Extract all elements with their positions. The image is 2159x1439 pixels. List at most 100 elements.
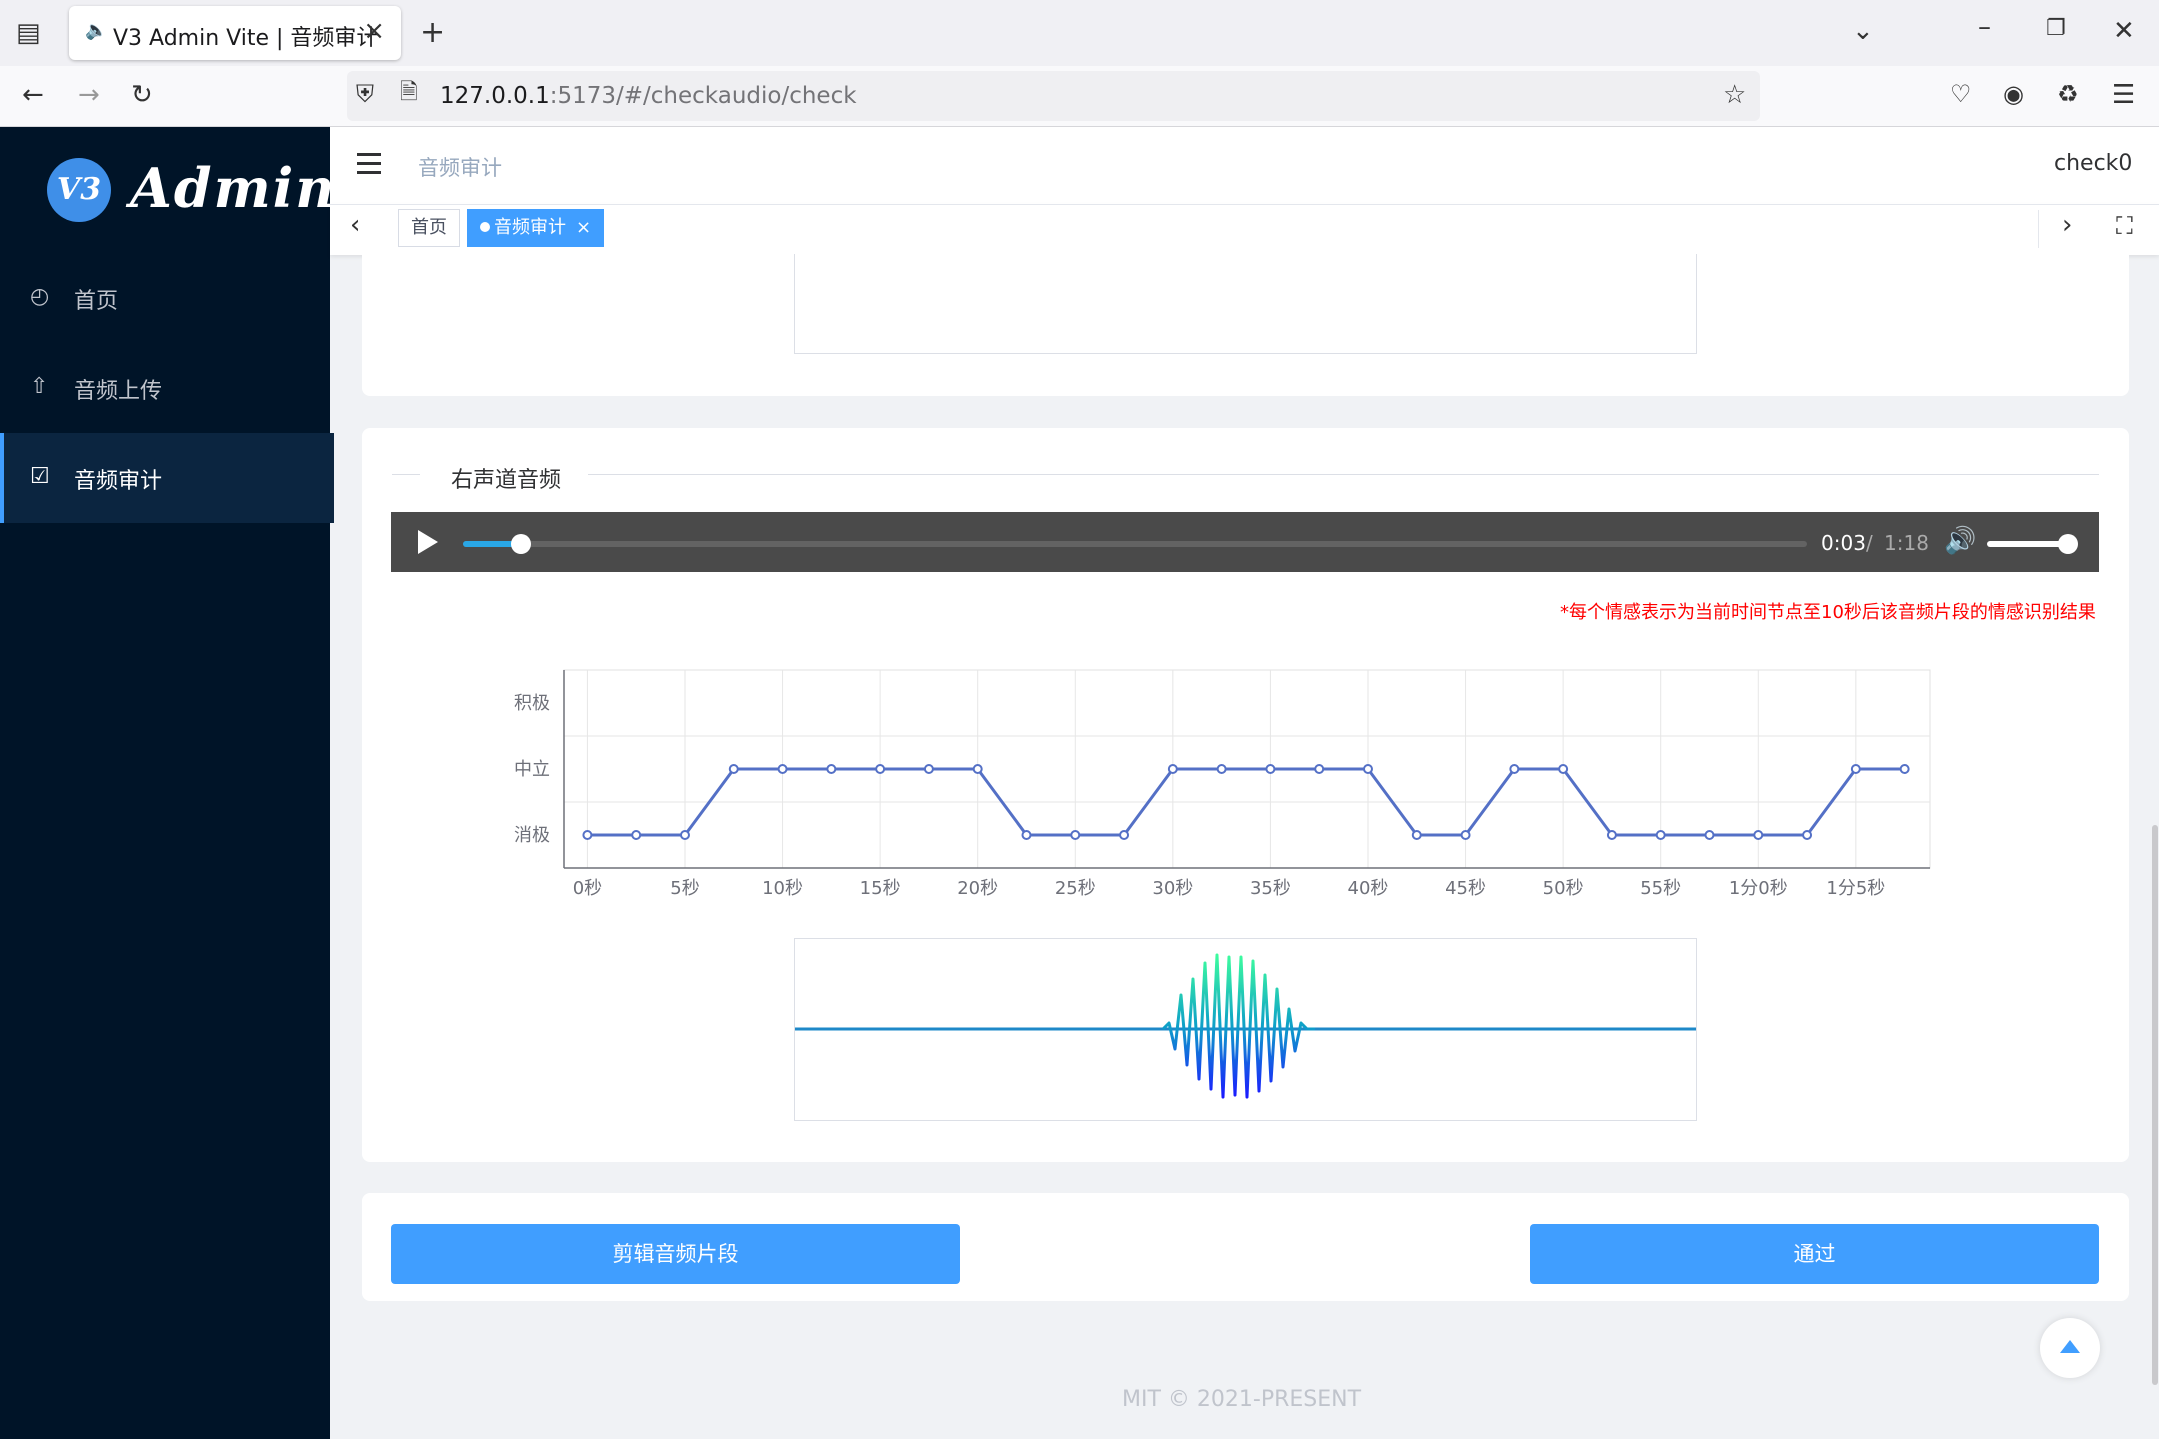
volume-icon[interactable]: 🔊 xyxy=(1944,526,1976,556)
tag-audio-audit[interactable]: 音频审计 × xyxy=(467,209,605,247)
minimize-icon[interactable]: – xyxy=(1978,14,1991,40)
volume-handle[interactable] xyxy=(2058,534,2078,554)
tab-list-icon[interactable]: ▤ xyxy=(16,20,41,46)
chart-data-point xyxy=(1802,830,1813,840)
active-dot-icon xyxy=(480,222,490,232)
chart-data-point xyxy=(1411,830,1422,840)
time-separator: / xyxy=(1866,531,1873,555)
chart-data-point xyxy=(826,764,837,774)
sidebar-item-upload[interactable]: ⇧ 音频上传 xyxy=(0,343,330,433)
menu-icon[interactable]: ☰ xyxy=(2112,82,2135,108)
page-icon: 🗎 xyxy=(400,80,418,105)
forward-icon[interactable]: → xyxy=(78,82,100,108)
cut-audio-button[interactable]: 剪辑音频片段 xyxy=(391,1224,960,1284)
footer: MIT © 2021-PRESENT xyxy=(1122,1387,1362,1412)
bookmark-star-icon[interactable]: ☆ xyxy=(1723,82,1746,108)
chart-x-tick-label: 25秒 xyxy=(1055,878,1096,899)
speaker-icon: 🔈 xyxy=(85,20,108,41)
chart-x-tick-label: 1分5秒 xyxy=(1826,878,1885,899)
waveform-signal xyxy=(1161,953,1315,1099)
chart-data-point xyxy=(777,764,788,774)
chart-y-tick-label: 消极 xyxy=(514,825,550,846)
chart-x-tick-label: 35秒 xyxy=(1250,878,1291,899)
chart-x-tick-label: 1分0秒 xyxy=(1729,878,1788,899)
close-window-icon[interactable]: ✕ xyxy=(2113,18,2135,44)
sidebar-item-home[interactable]: ◴ 首页 xyxy=(0,253,330,343)
duration: 1:18 xyxy=(1884,531,1929,555)
pass-button[interactable]: 通过 xyxy=(1530,1224,2099,1284)
chart-x-tick-label: 30秒 xyxy=(1152,878,1193,899)
chart-x-tick-label: 10秒 xyxy=(762,878,803,899)
volume-slider[interactable] xyxy=(1987,541,2067,547)
chart-data-point xyxy=(1314,764,1325,774)
play-icon[interactable] xyxy=(418,530,438,554)
back-icon[interactable]: ← xyxy=(22,82,44,108)
progress-track[interactable] xyxy=(463,541,1807,547)
chart-x-tick-label: 5秒 xyxy=(670,878,699,899)
tag-label: 音频审计 xyxy=(494,217,566,238)
sidebar-item-label: 首页 xyxy=(74,289,119,314)
chevron-down-icon[interactable]: ⌄ xyxy=(1852,18,1874,44)
divider xyxy=(2038,210,2039,248)
chart-x-tick-label: 15秒 xyxy=(860,878,901,899)
chart-data-point xyxy=(631,830,642,840)
user-menu[interactable]: check0 xyxy=(2054,151,2132,176)
chart-y-tick-label: 中立 xyxy=(514,759,550,780)
shield-icon[interactable]: ⛨ xyxy=(356,82,374,106)
logo-text: Admin xyxy=(130,156,337,220)
progress-handle[interactable] xyxy=(511,534,531,554)
hamburger-icon[interactable] xyxy=(357,153,381,175)
browser-tab[interactable]: 🔈 V3 Admin Vite | 音频审计 × xyxy=(69,6,401,60)
chart-data-point xyxy=(1265,764,1276,774)
scroll-left-icon[interactable]: ‹ xyxy=(350,212,360,238)
account-icon[interactable]: ◉ xyxy=(2003,82,2024,106)
chart-data-point xyxy=(1509,764,1520,774)
chart-x-tick-label: 45秒 xyxy=(1445,878,1486,899)
url-text[interactable]: 127.0.0.1:5173/#/checkaudio/check xyxy=(440,83,857,109)
chart-data-point xyxy=(972,764,983,774)
chart-data-point xyxy=(1021,830,1032,840)
caret-up-icon xyxy=(2060,1340,2080,1353)
restore-icon[interactable]: ❐ xyxy=(2046,18,2066,40)
close-tag-icon[interactable]: × xyxy=(576,217,591,238)
browser-tab-title: V3 Admin Vite | 音频审计 xyxy=(113,26,379,51)
waveform-box-previous xyxy=(794,254,1697,354)
chart-data-point xyxy=(679,830,690,840)
sidebar-item-label: 音频上传 xyxy=(74,379,163,404)
chart-x-tick-label: 0秒 xyxy=(573,878,602,899)
fullscreen-icon[interactable]: ⛶ xyxy=(2116,214,2133,238)
tag-home[interactable]: 首页 xyxy=(398,209,460,247)
upload-icon: ⇧ xyxy=(30,374,49,399)
page-scrollbar[interactable] xyxy=(2152,825,2158,1385)
chart-data-point xyxy=(923,764,934,774)
tags-view-bar xyxy=(330,204,2159,255)
emotion-note: *每个情感表示为当前时间节点至10秒后该音频片段的情感识别结果 xyxy=(1560,602,2096,623)
logo-badge: V3 xyxy=(47,158,111,222)
scroll-right-icon[interactable]: › xyxy=(2062,212,2072,238)
chart-data-point xyxy=(1167,764,1178,774)
dashboard-icon: ◴ xyxy=(30,284,50,309)
chart-data-point xyxy=(1655,830,1666,840)
pocket-icon[interactable]: ♡ xyxy=(1950,82,1972,106)
sidebar-item-label: 音频审计 xyxy=(74,469,163,494)
current-time: 0:03 xyxy=(1821,531,1866,555)
sidebar-item-audit[interactable]: ☑ 音频审计 xyxy=(0,433,334,523)
checkbox-icon: ☑ xyxy=(30,464,50,489)
close-tab-icon[interactable]: × xyxy=(363,16,385,46)
breadcrumb: 音频审计 xyxy=(418,156,502,180)
chart-y-tick-label: 积极 xyxy=(514,693,550,714)
chart-x-tick-label: 40秒 xyxy=(1348,878,1389,899)
extensions-icon[interactable]: ♻ xyxy=(2057,82,2079,106)
reload-icon[interactable]: ↻ xyxy=(131,82,153,108)
emotion-line-chart: 积极中立消极 0秒 5秒 10秒 15秒 20秒 25秒 30秒 35秒 40秒 45秒 50秒 55秒… xyxy=(514,669,1931,899)
back-to-top-button[interactable] xyxy=(2040,1318,2100,1378)
chart-data-point xyxy=(1606,830,1617,840)
chart-data-point xyxy=(1850,764,1861,774)
waveform xyxy=(794,938,1697,1121)
divider-line xyxy=(588,474,2099,475)
section-title: 右声道音频 xyxy=(451,468,562,493)
chart-data-point xyxy=(1899,764,1910,774)
chart-x-tick-label: 55秒 xyxy=(1640,878,1681,899)
chart-data-point xyxy=(1119,830,1130,840)
new-tab-icon[interactable]: + xyxy=(420,18,445,48)
